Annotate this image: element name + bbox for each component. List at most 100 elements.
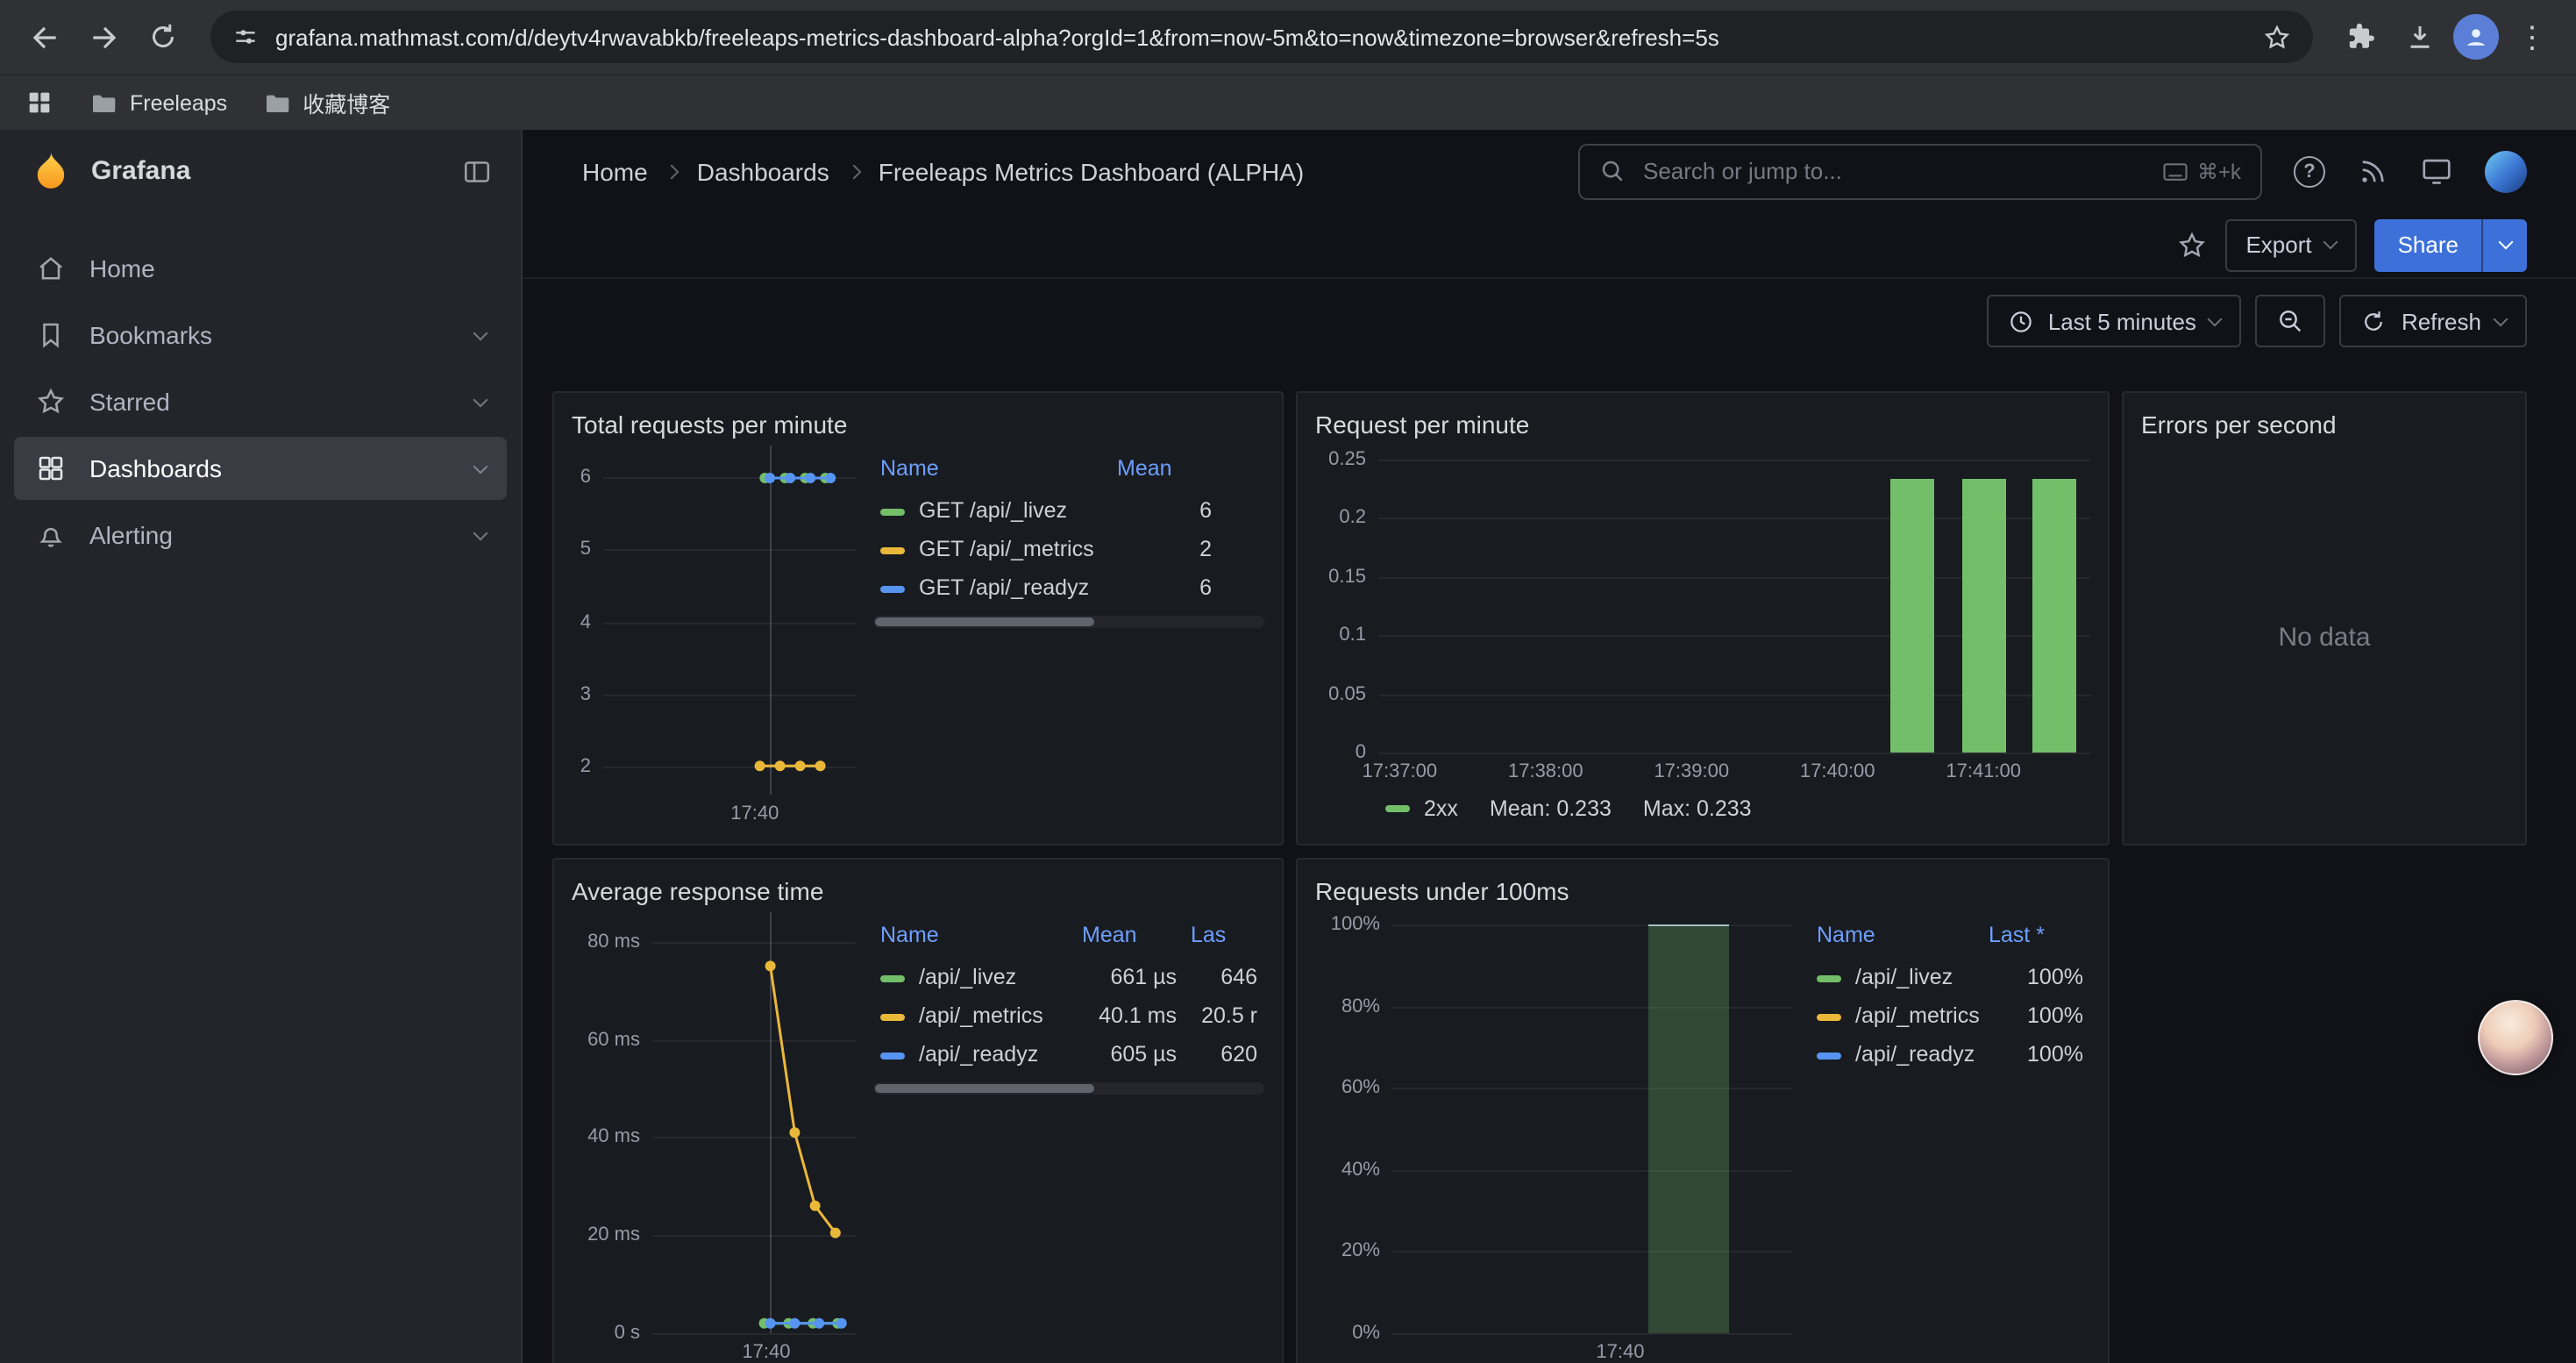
legend-row: /api/_metrics 100%	[1810, 996, 2090, 1035]
legend-header-last[interactable]: Last *	[1982, 917, 2090, 958]
y-tick-label: 0.25	[1328, 449, 1366, 470]
legend-header-name[interactable]: Name	[1810, 917, 1982, 958]
search-bar[interactable]: ⌘+k	[1578, 143, 2262, 199]
panel-title[interactable]: Average response time	[572, 868, 1264, 912]
share-label: Share	[2375, 218, 2481, 271]
browser-profile-avatar[interactable]	[2453, 14, 2499, 60]
bookmark-folder-blog[interactable]: 收藏博客	[262, 86, 390, 119]
sidebar-item-label: Home	[89, 254, 486, 282]
scrollbar-thumb[interactable]	[875, 1084, 1094, 1093]
x-axis: 17:37:0017:38:0017:39:0017:40:0017:41:00	[1378, 753, 2090, 788]
series-name[interactable]: /api/_readyz	[1855, 1042, 1975, 1067]
share-button[interactable]: Share	[2375, 218, 2527, 271]
export-button[interactable]: Export	[2224, 218, 2357, 271]
series-name[interactable]: /api/_livez	[919, 965, 1016, 989]
reload-button[interactable]	[137, 11, 189, 63]
bar[interactable]	[2032, 480, 2076, 753]
series-name[interactable]: GET /api/_metrics	[919, 537, 1094, 561]
monitor-icon	[2420, 154, 2453, 188]
series-layer	[603, 446, 856, 795]
forward-button[interactable]	[77, 11, 130, 63]
user-avatar[interactable]	[2485, 150, 2527, 192]
sidebar-item-label: Starred	[89, 388, 452, 416]
series-mean: Mean: 0.233	[1490, 796, 1612, 821]
extensions-button[interactable]	[2334, 11, 2387, 63]
search-icon	[1599, 158, 1626, 184]
series-name[interactable]: 2xx	[1424, 796, 1458, 821]
chevron-down-icon	[473, 459, 488, 474]
series-name[interactable]: /api/_readyz	[919, 1042, 1038, 1067]
y-tick-label: 0.05	[1328, 683, 1366, 704]
panel-title[interactable]: Request per minute	[1315, 402, 2090, 446]
back-button[interactable]	[18, 11, 70, 63]
chevron-down-icon	[2208, 311, 2223, 326]
grafana-logo	[28, 148, 74, 194]
legend-header-last[interactable]: Las	[1184, 917, 1264, 958]
legend-header-name[interactable]: Name	[873, 917, 1075, 958]
downloads-button[interactable]	[2394, 11, 2446, 63]
help-icon: ?	[2294, 155, 2325, 187]
bookmark-folder-freeleaps[interactable]: Freeleaps	[89, 89, 227, 117]
chart-plot[interactable]	[1378, 446, 2090, 753]
share-menu-button[interactable]	[2481, 218, 2527, 271]
breadcrumb-home[interactable]: Home	[582, 157, 648, 185]
gridline	[1378, 460, 2090, 461]
legend-scrollbar[interactable]	[873, 616, 1264, 628]
panel-title[interactable]: Requests under 100ms	[1315, 868, 2090, 912]
legend: Name Mean GET /api/_livez 6	[873, 446, 1264, 830]
chart-plot[interactable]	[1392, 912, 1792, 1333]
rss-icon	[2357, 155, 2388, 187]
x-axis: 17:40	[1392, 1333, 1792, 1363]
help-button[interactable]: ?	[2294, 155, 2325, 187]
scrollbar-thumb[interactable]	[875, 617, 1094, 626]
bar[interactable]	[1961, 480, 2005, 753]
legend-scrollbar[interactable]	[873, 1082, 1264, 1095]
keyboard-shortcut: ⌘+k	[2162, 159, 2241, 183]
bar[interactable]	[1648, 924, 1728, 1333]
zoom-out-icon	[2277, 307, 2305, 335]
series-name[interactable]: /api/_metrics	[919, 1003, 1043, 1028]
chart-plot[interactable]	[652, 912, 856, 1333]
series-name[interactable]: GET /api/_readyz	[919, 575, 1089, 600]
sidebar-item-home[interactable]: Home	[14, 237, 507, 300]
refresh-button[interactable]: Refresh	[2340, 295, 2527, 347]
sidebar-item-alerting[interactable]: Alerting	[14, 503, 507, 567]
chevron-down-icon	[473, 525, 488, 540]
series-color-dash	[880, 508, 905, 515]
x-tick-label: 17:41:00	[1946, 761, 2021, 782]
sidebar-header: Grafana	[0, 130, 521, 212]
series-name[interactable]: /api/_metrics	[1855, 1003, 1980, 1028]
url-bar[interactable]: grafana.mathmast.com/d/deytv4rwavabkb/fr…	[210, 11, 2313, 63]
sidebar-item-starred[interactable]: Starred	[14, 370, 507, 433]
sidebar-toggle-button[interactable]	[461, 155, 493, 187]
legend-header-name[interactable]: Name	[873, 451, 1110, 491]
apps-grid-icon[interactable]	[25, 88, 54, 118]
sidebar-item-dashboards[interactable]: Dashboards	[14, 437, 507, 500]
chevron-right-icon	[665, 164, 680, 179]
legend-header-mean[interactable]: Mean	[1110, 451, 1219, 491]
news-button[interactable]	[2357, 155, 2388, 187]
chart-plot[interactable]	[603, 446, 856, 795]
home-icon	[35, 253, 67, 284]
favorite-dashboard-button[interactable]	[2175, 229, 2207, 260]
panel-title[interactable]: Errors per second	[2141, 402, 2508, 446]
panel-title[interactable]: Total requests per minute	[572, 402, 1264, 446]
legend-header-mean[interactable]: Mean	[1075, 917, 1184, 958]
sidebar-item-bookmarks[interactable]: Bookmarks	[14, 303, 507, 367]
display-button[interactable]	[2420, 154, 2453, 188]
series-name[interactable]: /api/_livez	[1855, 965, 1953, 989]
bookmark-star-icon[interactable]	[2262, 22, 2292, 52]
browser-menu-button[interactable]: ⋮	[2506, 11, 2558, 63]
series-mean: 40.1 ms	[1075, 996, 1184, 1035]
assistant-avatar-overlay[interactable]	[2478, 1000, 2553, 1075]
bar[interactable]	[1890, 480, 1934, 753]
breadcrumb-dashboards[interactable]: Dashboards	[697, 157, 829, 185]
legend-row: GET /api/_metrics 2	[873, 530, 1264, 568]
series-name[interactable]: GET /api/_livez	[919, 498, 1067, 523]
bookmark-label: 收藏博客	[302, 86, 390, 119]
menu-icon: ⋮	[2517, 22, 2547, 52]
series-layer	[652, 912, 856, 1333]
time-range-picker[interactable]: Last 5 minutes	[1987, 295, 2242, 347]
zoom-out-button[interactable]	[2256, 295, 2326, 347]
search-input[interactable]	[1640, 156, 2148, 186]
